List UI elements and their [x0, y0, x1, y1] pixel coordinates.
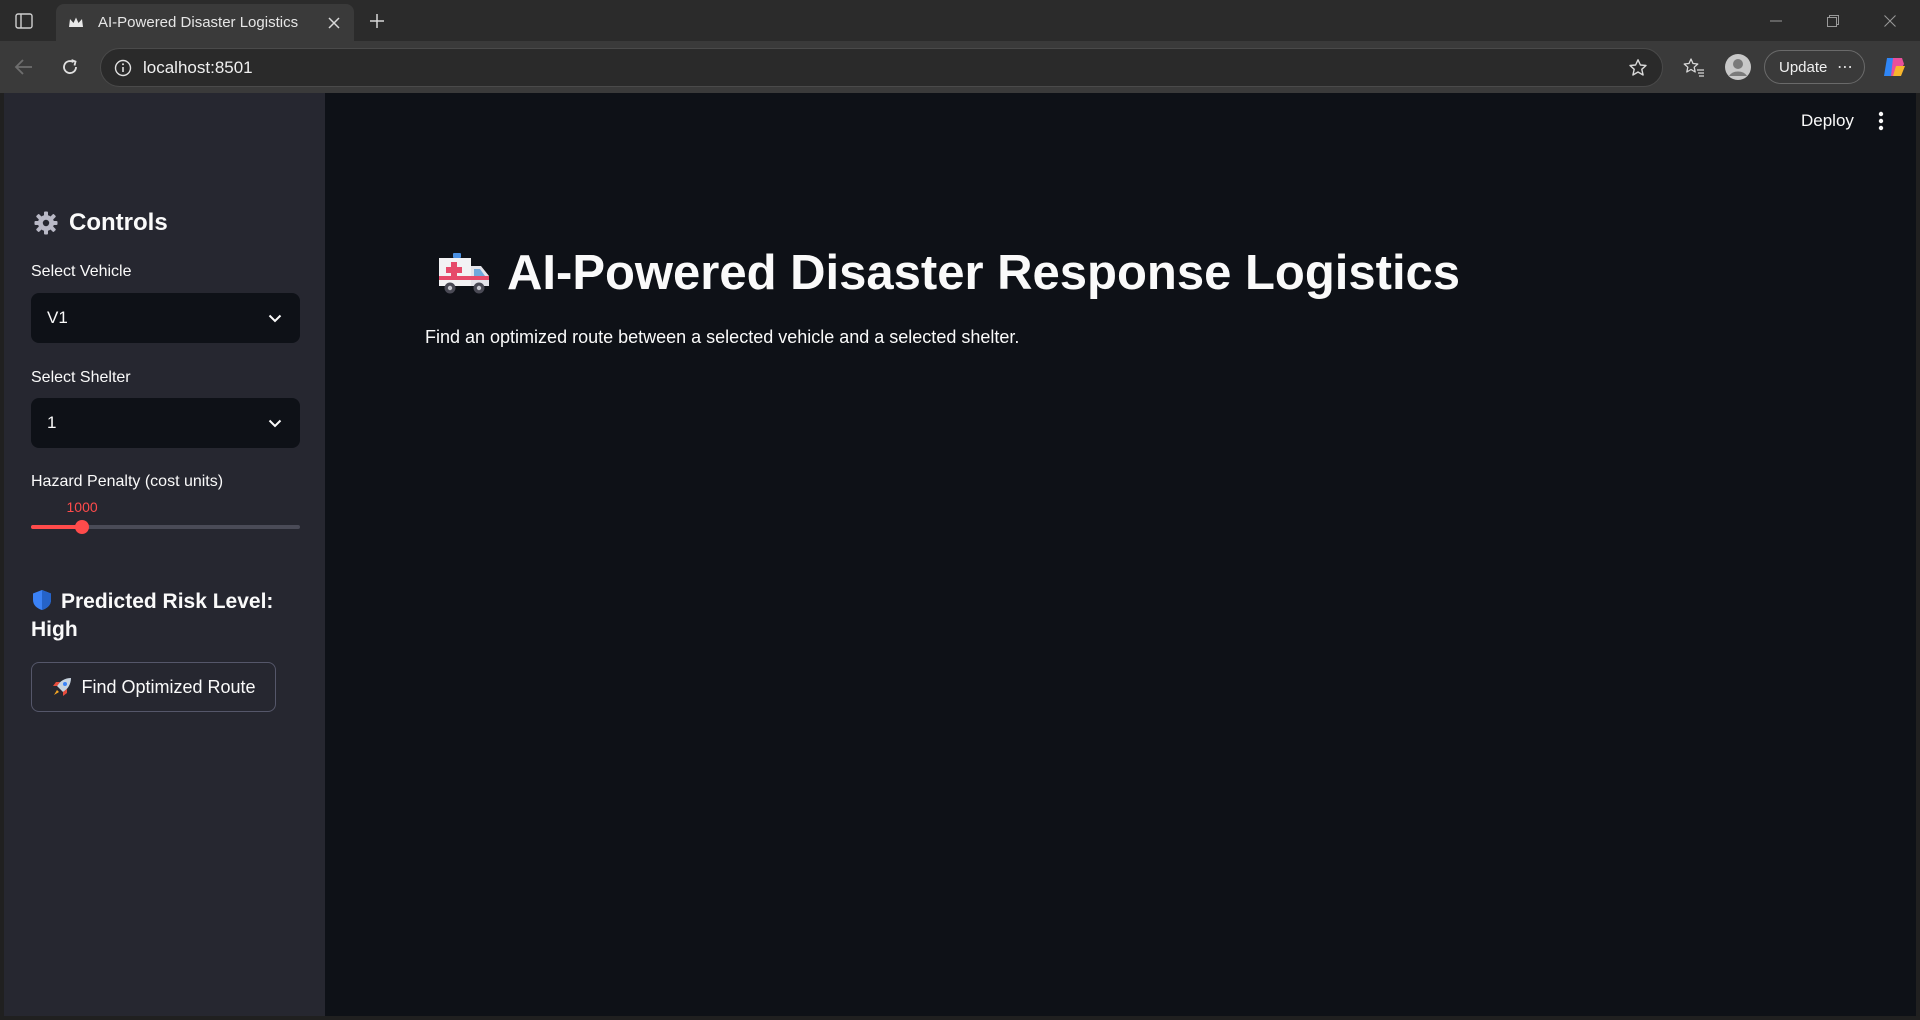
browser-tab[interactable]: AI-Powered Disaster Logistics: [56, 4, 354, 41]
minimize-icon[interactable]: [1762, 8, 1790, 34]
sidebar-heading: Controls: [33, 209, 168, 237]
app-main: Deploy AI-Powered Disaster Response Logi…: [325, 93, 1916, 1016]
restore-icon[interactable]: [1819, 8, 1847, 34]
favorites-icon[interactable]: [1680, 53, 1708, 81]
page-title-text: AI-Powered Disaster Response Logistics: [507, 246, 1461, 300]
sidebar-heading-text: Controls: [69, 209, 168, 236]
vehicle-select[interactable]: V1: [31, 293, 300, 343]
streamlit-app: Controls Select Vehicle V1 Select Shelte…: [4, 93, 1916, 1016]
vehicle-select-value: V1: [47, 308, 68, 327]
site-info-icon[interactable]: [113, 58, 133, 78]
main-menu-icon[interactable]: [1869, 107, 1893, 135]
address-bar[interactable]: localhost:8501: [100, 48, 1663, 87]
hazard-slider-value: 1000: [66, 499, 98, 515]
ambulance-icon: [435, 249, 493, 297]
browser-toolbar: localhost:8501 Update ⋯: [0, 41, 1920, 93]
profile-avatar-icon[interactable]: [1724, 53, 1752, 81]
chevron-down-icon: [266, 309, 284, 327]
risk-level: Predicted Risk Level: High: [31, 588, 311, 644]
app-sidebar: Controls Select Vehicle V1 Select Shelte…: [4, 93, 325, 1016]
more-options-icon[interactable]: ⋯: [1837, 57, 1854, 77]
reload-icon[interactable]: [56, 53, 84, 81]
url-text[interactable]: localhost:8501: [143, 58, 1624, 78]
gear-icon: [33, 210, 59, 236]
risk-label: Predicted Risk Level:: [61, 590, 274, 613]
hazard-slider-track[interactable]: [31, 520, 300, 534]
close-window-icon[interactable]: [1876, 8, 1904, 34]
shelter-label: Select Shelter: [31, 369, 131, 386]
page-title: AI-Powered Disaster Response Logistics: [435, 245, 1460, 301]
tab-sidebar-icon[interactable]: [12, 9, 36, 33]
update-button[interactable]: Update ⋯: [1764, 50, 1865, 84]
risk-value: High: [31, 618, 78, 641]
shield-icon: [31, 589, 53, 611]
shelter-select[interactable]: 1: [31, 398, 300, 448]
hazard-label: Hazard Penalty (cost units): [31, 473, 224, 490]
tab-title: AI-Powered Disaster Logistics: [98, 14, 299, 31]
close-tab-icon[interactable]: [324, 13, 344, 33]
page-description: Find an optimized route between a select…: [425, 327, 1020, 347]
new-tab-icon[interactable]: [364, 8, 390, 34]
vehicle-label: Select Vehicle: [31, 263, 132, 280]
hazard-slider-thumb[interactable]: [75, 520, 89, 534]
streamlit-crown-icon: [68, 15, 84, 31]
copilot-icon[interactable]: [1880, 53, 1908, 81]
deploy-button[interactable]: Deploy: [1791, 103, 1864, 139]
bookmark-star-icon[interactable]: [1624, 54, 1652, 82]
chevron-down-icon: [266, 414, 284, 432]
update-label: Update: [1779, 58, 1828, 76]
find-route-button[interactable]: Find Optimized Route: [31, 662, 276, 712]
shelter-select-value: 1: [47, 413, 57, 432]
rocket-icon: [51, 676, 73, 698]
browser-tab-bar: AI-Powered Disaster Logistics: [0, 0, 1920, 41]
find-route-label: Find Optimized Route: [81, 676, 256, 697]
back-arrow-icon[interactable]: [10, 53, 38, 81]
